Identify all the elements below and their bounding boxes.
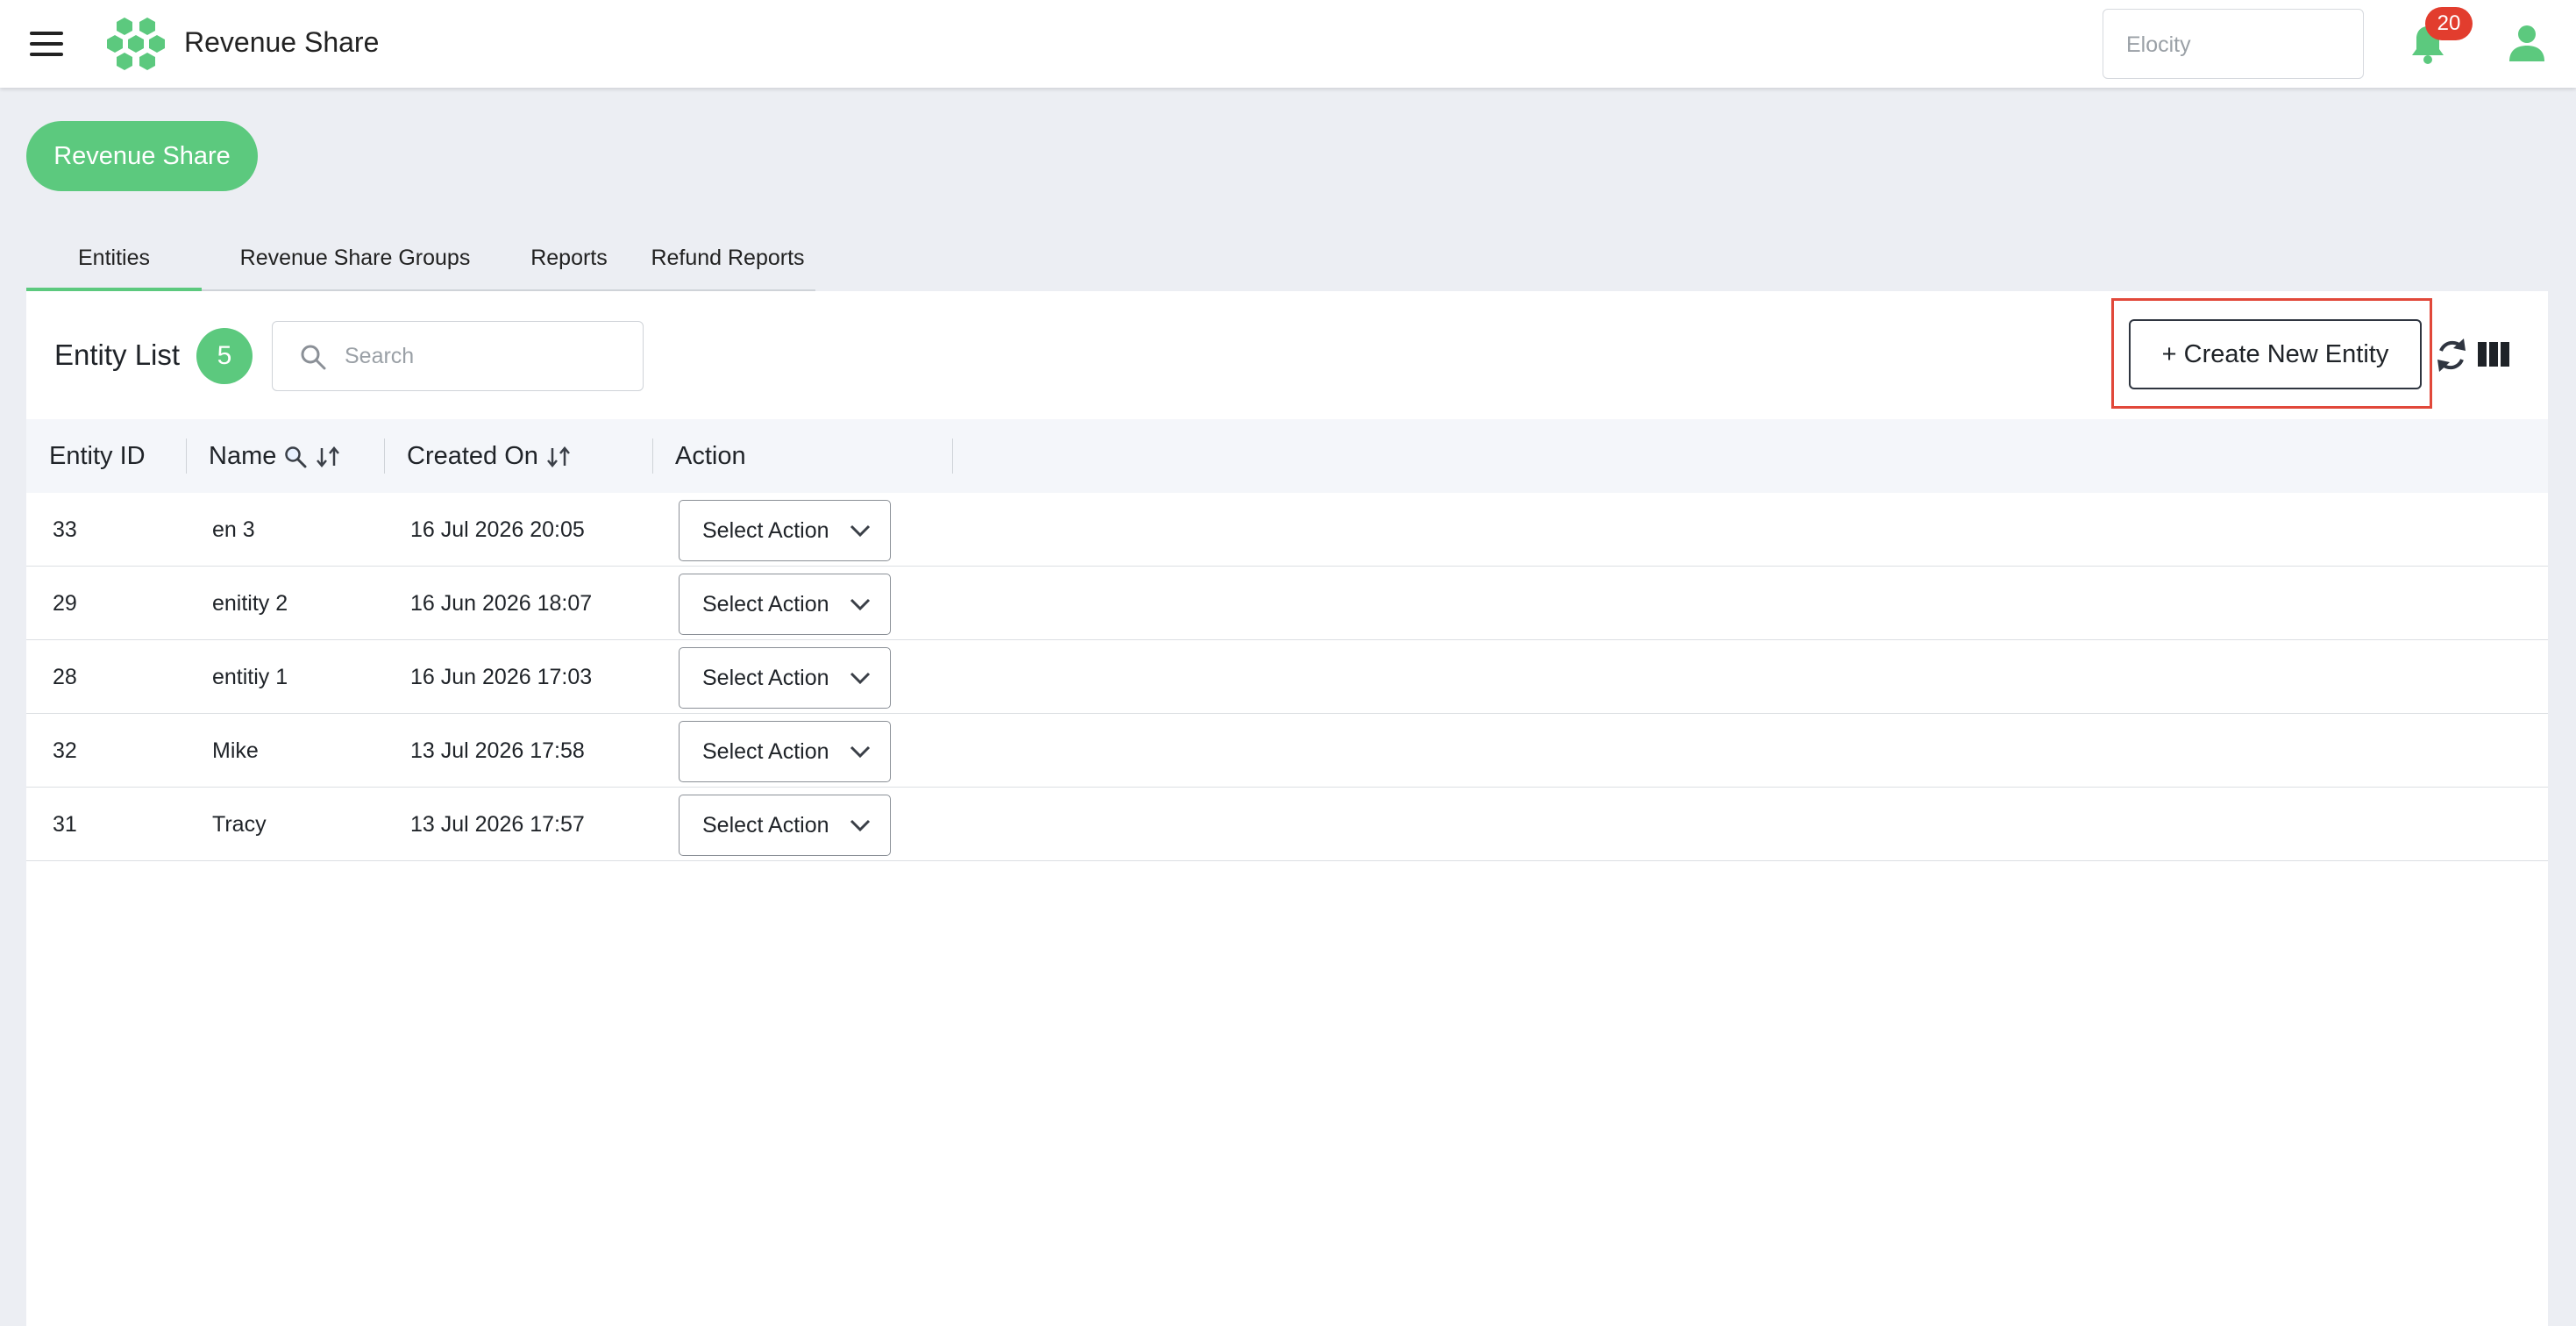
column-header-label: Name	[209, 442, 277, 470]
cell-entity-id: 29	[53, 591, 77, 616]
sort-icon[interactable]	[545, 445, 572, 469]
column-header-name[interactable]: Name	[209, 419, 341, 493]
cell-created-on: 13 Jul 2026 17:57	[410, 812, 585, 837]
top-bar: Revenue Share Elocity 20	[0, 0, 2576, 88]
column-header-label: Created On	[407, 442, 538, 470]
tab-refund-reports[interactable]: Refund Reports	[640, 237, 815, 291]
select-action-label: Select Action	[702, 517, 829, 543]
column-divider	[652, 438, 653, 474]
cell-created-on: 16 Jun 2026 18:07	[410, 591, 593, 616]
column-search-icon[interactable]	[283, 445, 308, 469]
menu-icon[interactable]	[30, 32, 63, 56]
cell-created-on: 16 Jul 2026 20:05	[410, 517, 585, 542]
entity-list-card: Entity List 5 + Create New Entity Entity…	[26, 291, 2548, 1326]
table-row: 31 Tracy 13 Jul 2026 17:57 Select Action	[26, 788, 2548, 861]
column-header-label: Action	[675, 442, 746, 470]
column-header-created-on[interactable]: Created On	[407, 419, 572, 493]
select-action-dropdown[interactable]: Select Action	[679, 795, 891, 856]
table-row: 28 entitiy 1 16 Jun 2026 17:03 Select Ac…	[26, 640, 2548, 714]
refresh-icon[interactable]	[2434, 337, 2469, 374]
cell-name: entitiy 1	[212, 665, 288, 689]
table-row: 33 en 3 16 Jul 2026 20:05 Select Action	[26, 493, 2548, 567]
table-header: Entity ID Name Created On Action	[26, 419, 2548, 493]
org-selector[interactable]: Elocity	[2103, 9, 2364, 79]
select-action-label: Select Action	[702, 665, 829, 690]
chevron-down-icon	[850, 524, 871, 538]
column-divider	[384, 438, 385, 474]
table-row: 29 enitity 2 16 Jun 2026 18:07 Select Ac…	[26, 567, 2548, 640]
cell-entity-id: 33	[53, 517, 77, 542]
select-action-dropdown[interactable]: Select Action	[679, 574, 891, 635]
tab-entities[interactable]: Entities	[26, 237, 202, 293]
column-divider	[952, 438, 953, 474]
cell-name: Tracy	[212, 812, 267, 837]
app-title: Revenue Share	[184, 26, 380, 58]
cell-name: enitity 2	[212, 591, 288, 616]
search-icon	[301, 345, 326, 370]
cell-entity-id: 32	[53, 738, 77, 763]
cell-entity-id: 28	[53, 665, 77, 689]
tab-revenue-share-groups[interactable]: Revenue Share Groups	[210, 237, 500, 291]
columns-icon[interactable]	[2478, 342, 2509, 367]
revenue-share-pill[interactable]: Revenue Share	[26, 121, 258, 191]
chevron-down-icon	[850, 672, 871, 685]
tab-bar: Entities Revenue Share Groups Reports Re…	[26, 237, 815, 293]
entity-list-title: Entity List	[54, 339, 181, 371]
select-action-label: Select Action	[702, 591, 829, 617]
cell-created-on: 16 Jun 2026 17:03	[410, 665, 593, 689]
select-action-dropdown[interactable]: Select Action	[679, 500, 891, 561]
table-row: 32 Mike 13 Jul 2026 17:58 Select Action	[26, 714, 2548, 788]
notification-badge: 20	[2425, 7, 2473, 40]
user-icon[interactable]	[2509, 25, 2544, 61]
cell-created-on: 13 Jul 2026 17:58	[410, 738, 585, 763]
sort-icon[interactable]	[315, 445, 341, 469]
select-action-label: Select Action	[702, 812, 829, 838]
select-action-label: Select Action	[702, 738, 829, 764]
select-action-dropdown[interactable]: Select Action	[679, 647, 891, 709]
select-action-dropdown[interactable]: Select Action	[679, 721, 891, 782]
column-divider	[186, 438, 187, 474]
chevron-down-icon	[850, 819, 871, 832]
cell-name: en 3	[212, 517, 255, 542]
column-header-label: Entity ID	[49, 442, 146, 470]
chevron-down-icon	[850, 598, 871, 611]
cell-entity-id: 31	[53, 812, 77, 837]
column-header-entity-id[interactable]: Entity ID	[49, 419, 146, 493]
cell-name: Mike	[212, 738, 259, 763]
chevron-down-icon	[850, 745, 871, 759]
create-new-entity-button[interactable]: + Create New Entity	[2129, 319, 2422, 389]
search-input[interactable]	[345, 331, 625, 381]
column-header-action: Action	[675, 419, 746, 493]
tab-reports[interactable]: Reports	[503, 237, 635, 291]
search-box	[272, 321, 644, 391]
entity-count-badge: 5	[196, 328, 253, 384]
logo-icon	[107, 18, 165, 70]
